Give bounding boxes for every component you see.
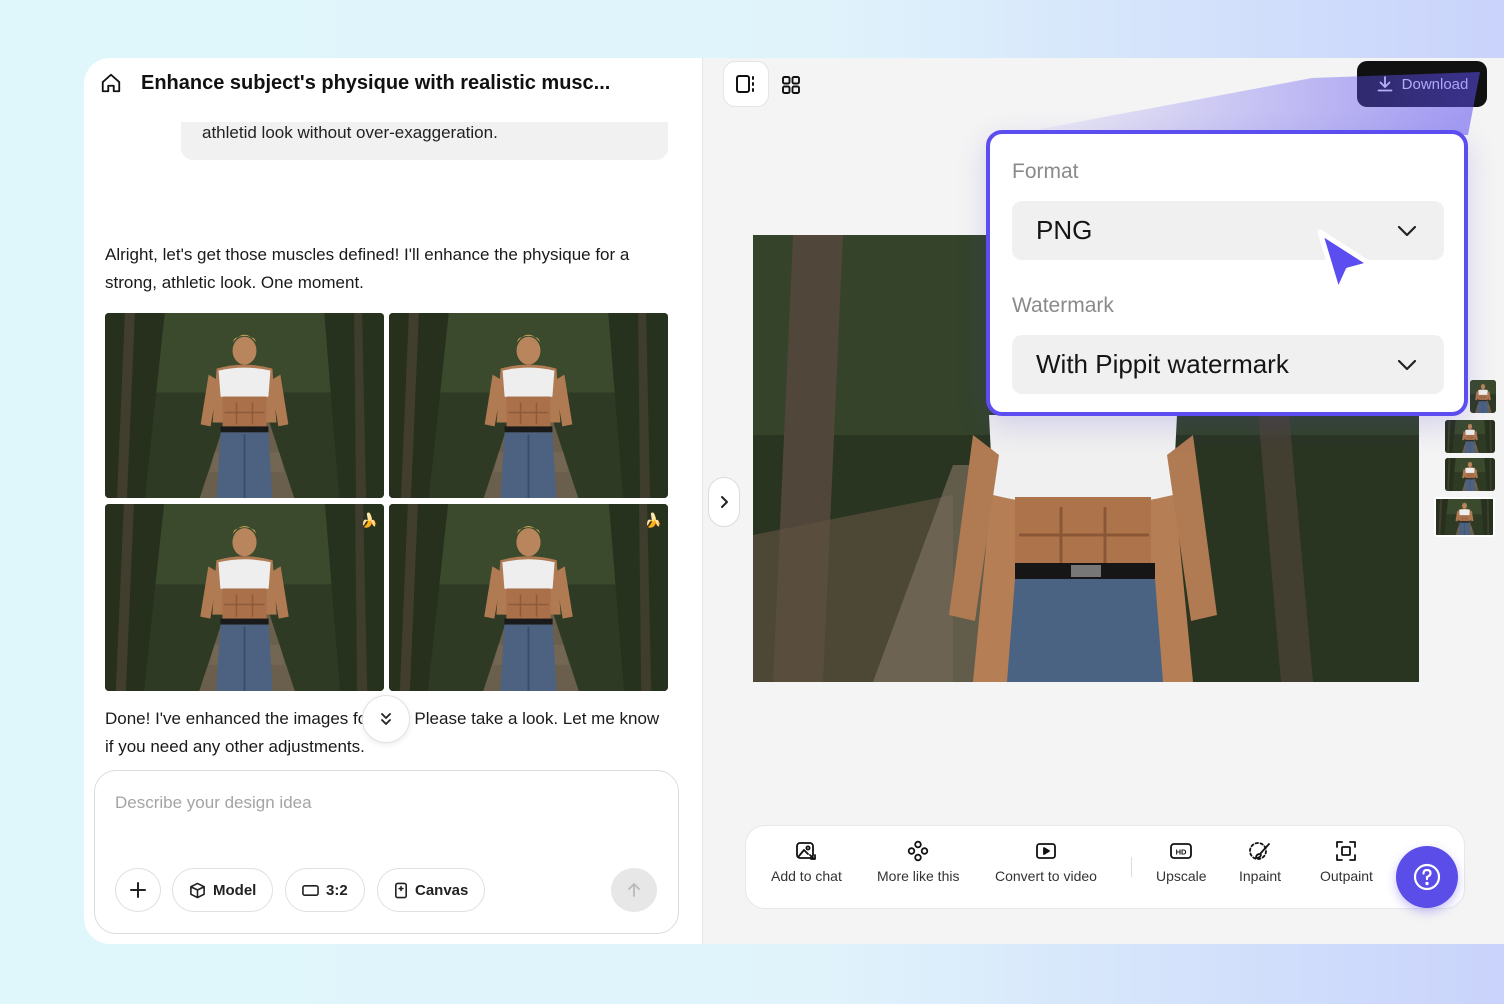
canvas-button[interactable]: Canvas <box>377 868 486 912</box>
watermark-label: Watermark <box>1012 294 1114 317</box>
watermark-value: With Pippit watermark <box>1036 349 1289 379</box>
chat-panel: Enhance subject's physique with realisti… <box>84 58 702 944</box>
home-icon[interactable] <box>100 72 122 94</box>
send-button[interactable] <box>611 868 657 912</box>
outpaint-button[interactable]: Outpaint <box>1320 840 1373 884</box>
inpaint-label: Inpaint <box>1239 868 1282 884</box>
download-button[interactable]: Download <box>1357 61 1487 107</box>
format-select[interactable]: PNG <box>1012 201 1444 260</box>
shapes-icon <box>908 840 929 862</box>
aspect-ratio-label: 3:2 <box>326 881 348 899</box>
double-chevron-down-icon <box>381 713 391 725</box>
history-thumbnail[interactable] <box>1470 380 1496 413</box>
convert-to-video-button[interactable]: Convert to video <box>995 840 1097 884</box>
plus-icon <box>130 882 146 898</box>
download-icon <box>1377 76 1393 92</box>
history-thumbnail-selected[interactable] <box>1434 497 1495 537</box>
arrow-up-icon <box>628 883 640 897</box>
play-video-icon <box>1036 843 1056 859</box>
user-message-text: athletid look without over-exaggeration. <box>202 123 498 142</box>
add-to-chat-button[interactable]: Add to chat <box>771 840 842 884</box>
inpaint-button[interactable]: Inpaint <box>1239 840 1281 884</box>
result-image-2[interactable] <box>389 313 668 498</box>
add-attachment-button[interactable] <box>115 868 161 912</box>
download-options-popover: Format PNG Watermark With Pippit waterma… <box>986 130 1468 416</box>
canvas-button-label: Canvas <box>415 881 469 899</box>
svg-text:HD: HD <box>1176 848 1187 857</box>
question-icon <box>1413 863 1441 891</box>
image-add-icon <box>796 842 817 860</box>
watermark-select[interactable]: With Pippit watermark <box>1012 335 1444 394</box>
single-view-button[interactable] <box>723 61 769 107</box>
banana-badge-icon: 🍌 <box>644 512 662 528</box>
chevron-down-icon <box>1397 359 1417 370</box>
result-image-4[interactable]: 🍌 <box>389 504 668 691</box>
upscale-label: Upscale <box>1156 868 1207 884</box>
download-label: Download <box>1401 75 1469 93</box>
single-view-icon <box>736 75 754 93</box>
canvas-icon <box>395 882 407 898</box>
user-message-bubble: athletid look without over-exaggeration. <box>181 122 668 160</box>
toolbar-separator <box>1131 857 1132 877</box>
expand-panel-button[interactable] <box>708 477 740 527</box>
format-label: Format <box>1012 160 1079 183</box>
aspect-ratio-button[interactable]: 3:2 <box>285 868 365 912</box>
result-image-grid: 🍌 🍌 <box>105 313 668 691</box>
image-action-toolbar: Add to chat More like this Convert to vi… <box>745 825 1465 909</box>
help-button[interactable] <box>1396 846 1458 908</box>
scroll-down-button[interactable] <box>362 695 410 743</box>
grid-view-button[interactable] <box>776 72 806 98</box>
format-value: PNG <box>1036 215 1093 245</box>
grid-view-icon <box>782 76 800 94</box>
model-button-label: Model <box>213 881 257 899</box>
convert-to-video-label: Convert to video <box>995 868 1097 884</box>
panel-divider <box>702 58 703 944</box>
more-like-this-label: More like this <box>877 868 960 884</box>
chevron-right-icon <box>721 496 728 508</box>
pointer-cursor-icon <box>1317 229 1373 295</box>
page-title: Enhance subject's physique with realisti… <box>141 72 611 94</box>
history-thumbnail[interactable] <box>1445 458 1495 491</box>
chevron-down-icon <box>1397 225 1417 236</box>
brush-icon <box>1249 842 1270 860</box>
prompt-input[interactable] <box>115 793 655 813</box>
upscale-button[interactable]: HD Upscale <box>1156 840 1207 884</box>
model-button[interactable]: Model <box>172 868 274 912</box>
prompt-composer: Model 3:2 Canvas <box>94 770 679 934</box>
result-image-3[interactable]: 🍌 <box>105 504 384 691</box>
history-thumbnail[interactable] <box>1445 420 1495 453</box>
cube-icon <box>190 882 205 898</box>
hd-icon: HD <box>1170 843 1193 859</box>
expand-frame-icon <box>1336 841 1357 861</box>
outpaint-label: Outpaint <box>1320 868 1373 884</box>
more-like-this-button[interactable]: More like this <box>877 840 959 884</box>
result-image-1[interactable] <box>105 313 384 498</box>
banana-badge-icon: 🍌 <box>360 512 378 528</box>
assistant-message-intro: Alright, let's get those muscles defined… <box>105 245 630 292</box>
add-to-chat-label: Add to chat <box>771 868 842 884</box>
aspect-ratio-icon <box>302 884 319 896</box>
